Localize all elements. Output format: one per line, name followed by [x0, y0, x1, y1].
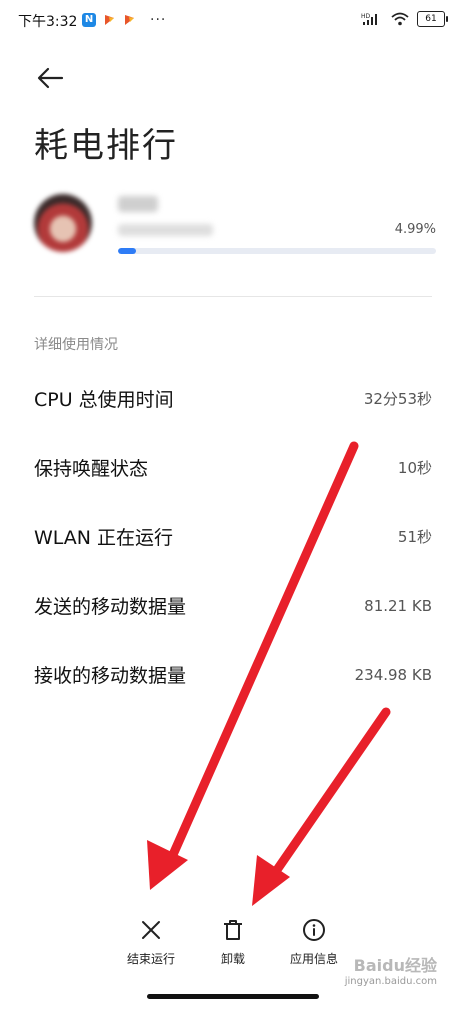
watermark-url: jingyan.baidu.com — [344, 976, 437, 987]
detail-value: 10秒 — [397, 459, 432, 477]
section-label: 详细使用情况 — [34, 337, 118, 353]
trash-icon — [224, 920, 242, 940]
status-time: 下午3:32 — [18, 14, 78, 30]
arrow-to-uninstall-icon — [252, 707, 391, 906]
watermark-brand: Baidu经验 — [353, 956, 437, 975]
svg-text:HD: HD — [361, 13, 371, 20]
system-icons: HD 61 — [361, 11, 448, 27]
stop-button[interactable]: 结束运行 — [111, 918, 191, 967]
detail-label: CPU 总使用时间 — [34, 389, 174, 411]
status-bar: 下午3:32 N ··· HD 61 — [0, 0, 465, 44]
details-list: CPU 总使用时间 32分53秒 保持唤醒状态 10秒 WLAN 正在运行 51… — [34, 364, 432, 709]
detail-label: 接收的移动数据量 — [34, 665, 187, 687]
usage-percent: 4.99% — [394, 222, 436, 237]
detail-value: 234.98 KB — [354, 665, 432, 684]
usage-progress-fill — [118, 248, 136, 254]
notification-icons: N ··· — [82, 12, 166, 28]
close-icon — [142, 921, 160, 939]
list-item: 保持唤醒状态 10秒 — [34, 433, 432, 502]
signal-icon: HD — [361, 13, 377, 25]
wifi-icon — [391, 12, 409, 26]
detail-value: 81.21 KB — [364, 596, 432, 615]
battery-icon: 61 — [417, 11, 448, 27]
uninstall-button[interactable]: 卸载 — [193, 918, 273, 967]
app-subtitle-blurred — [118, 224, 213, 236]
uninstall-button-label: 卸载 — [220, 952, 245, 966]
flag-notification-icon — [105, 15, 114, 25]
stop-button-label: 结束运行 — [126, 952, 175, 966]
detail-value: 51秒 — [397, 528, 432, 546]
list-item: 接收的移动数据量 234.98 KB — [34, 640, 432, 709]
more-notifications-icon: ··· — [150, 12, 167, 28]
list-item: CPU 总使用时间 32分53秒 — [34, 364, 432, 433]
detail-value: 32分53秒 — [363, 390, 432, 408]
usage-progress-bar — [118, 248, 436, 254]
list-item: WLAN 正在运行 51秒 — [34, 502, 432, 571]
watermark: Baidu经验 jingyan.baidu.com — [327, 956, 437, 996]
detail-label: WLAN 正在运行 — [34, 527, 174, 549]
divider — [34, 296, 432, 297]
page-title: 耗电排行 — [34, 126, 178, 166]
app-name-blurred — [118, 196, 158, 212]
home-indicator[interactable] — [147, 994, 319, 999]
info-icon — [303, 919, 325, 941]
app-notification-icon: N — [82, 13, 96, 27]
detail-label: 发送的移动数据量 — [34, 596, 187, 618]
app-icon — [34, 194, 92, 252]
app-usage-summary: 4.99% — [34, 188, 436, 268]
detail-label: 保持唤醒状态 — [34, 458, 149, 480]
list-item: 发送的移动数据量 81.21 KB — [34, 571, 432, 640]
flag-notification-icon — [125, 15, 134, 25]
back-arrow-icon[interactable] — [34, 62, 66, 94]
